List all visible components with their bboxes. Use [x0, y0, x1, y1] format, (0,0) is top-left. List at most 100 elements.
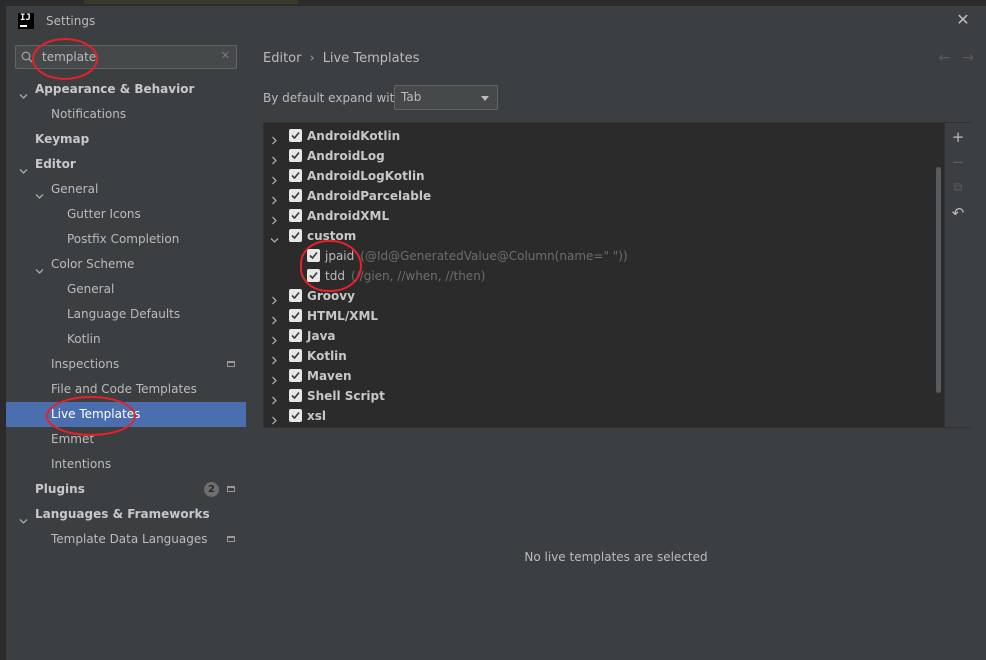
- template-group-kotlin[interactable]: Kotlin: [264, 346, 940, 366]
- background-editor-tab: [84, 0, 298, 4]
- template-group-androidlogkotlin[interactable]: AndroidLogKotlin: [264, 166, 940, 186]
- search-box[interactable]: ✕: [15, 45, 237, 69]
- sidebar-item-notifications[interactable]: Notifications: [6, 102, 246, 127]
- clear-search-icon[interactable]: ✕: [221, 49, 230, 62]
- chevron-right-icon[interactable]: [270, 291, 279, 305]
- forward-arrow-icon[interactable]: →: [962, 50, 974, 66]
- sidebar-item-general[interactable]: General: [6, 177, 246, 202]
- live-templates-page: Editor › Live Templates ← → By default expa…: [246, 36, 986, 660]
- template-group-shell-script[interactable]: Shell Script: [264, 386, 940, 406]
- sidebar-item-general[interactable]: General: [6, 277, 246, 302]
- sidebar-item-kotlin[interactable]: Kotlin: [6, 327, 246, 352]
- template-group-name: Kotlin: [307, 349, 347, 363]
- breadcrumb-separator: ›: [309, 51, 315, 66]
- expand-with-label: By default expand with: [263, 91, 402, 105]
- breadcrumb-parent[interactable]: Editor: [263, 51, 301, 66]
- chevron-right-icon[interactable]: [270, 191, 279, 205]
- template-item-jpaid[interactable]: jpaid (@Id@GeneratedValue@Column(name=" "…: [264, 246, 940, 266]
- project-scope-icon: [227, 361, 235, 367]
- checkbox[interactable]: [289, 369, 302, 382]
- checkbox[interactable]: [289, 129, 302, 142]
- template-group-custom[interactable]: custom: [264, 226, 940, 246]
- chevron-right-icon[interactable]: [270, 331, 279, 345]
- template-group-xsl[interactable]: xsl: [264, 406, 940, 426]
- template-group-name: custom: [307, 229, 357, 243]
- chevron-right-icon[interactable]: [270, 171, 279, 185]
- chevron-right-icon[interactable]: [270, 211, 279, 225]
- template-group-androidxml[interactable]: AndroidXML: [264, 206, 940, 226]
- sidebar-item-plugins[interactable]: Plugins 2: [6, 477, 246, 502]
- back-arrow-icon[interactable]: ←: [939, 50, 951, 66]
- restore-icon[interactable]: ↶: [950, 205, 966, 221]
- sidebar-item-emmet[interactable]: Emmet: [6, 427, 246, 452]
- sidebar-item-appearance-behavior[interactable]: Appearance & Behavior: [6, 77, 246, 102]
- sidebar-item-label: Kotlin: [67, 332, 101, 346]
- sidebar-item-label: Keymap: [35, 132, 90, 146]
- chevron-down-icon[interactable]: [35, 260, 44, 274]
- checkbox[interactable]: [289, 189, 302, 202]
- close-icon[interactable]: ✕: [954, 11, 972, 29]
- chevron-down-icon[interactable]: [19, 160, 28, 174]
- checkbox[interactable]: [289, 149, 302, 162]
- sidebar-item-postfix-completion[interactable]: Postfix Completion: [6, 227, 246, 252]
- template-group-java[interactable]: Java: [264, 326, 940, 346]
- expand-with-select[interactable]: Tab: [394, 85, 498, 110]
- checkbox[interactable]: [289, 169, 302, 182]
- checkbox[interactable]: [289, 289, 302, 302]
- sidebar-item-live-templates[interactable]: Live Templates: [6, 402, 246, 427]
- checkbox[interactable]: [289, 309, 302, 322]
- sidebar-item-intentions[interactable]: Intentions: [6, 452, 246, 477]
- sidebar-item-template-data-languages[interactable]: Template Data Languages: [6, 527, 246, 552]
- sidebar-item-label: Emmet: [51, 432, 95, 446]
- sidebar-item-languages-frameworks[interactable]: Languages & Frameworks: [6, 502, 246, 527]
- chevron-right-icon[interactable]: [270, 131, 279, 145]
- sidebar-item-gutter-icons[interactable]: Gutter Icons: [6, 202, 246, 227]
- chevron-down-icon[interactable]: [270, 231, 279, 243]
- checkbox[interactable]: [289, 329, 302, 342]
- template-group-androidlog[interactable]: AndroidLog: [264, 146, 940, 166]
- chevron-right-icon[interactable]: [270, 151, 279, 165]
- template-item-tdd[interactable]: tdd (//gien, //when, //then): [264, 266, 940, 286]
- checkbox[interactable]: [289, 409, 302, 422]
- chevron-right-icon[interactable]: [270, 351, 279, 365]
- sidebar-item-color-scheme[interactable]: Color Scheme: [6, 252, 246, 277]
- vertical-scrollbar[interactable]: [936, 167, 941, 393]
- chevron-down-icon[interactable]: [19, 85, 28, 99]
- sidebar-item-label: File and Code Templates: [51, 382, 197, 396]
- checkbox[interactable]: [307, 249, 320, 262]
- sidebar-item-inspections[interactable]: Inspections: [6, 352, 246, 377]
- chevron-right-icon[interactable]: [270, 411, 279, 425]
- search-input[interactable]: [42, 49, 212, 65]
- sidebar-item-keymap[interactable]: Keymap: [6, 127, 246, 152]
- chevron-right-icon[interactable]: [270, 391, 279, 405]
- sidebar-item-editor[interactable]: Editor: [6, 152, 246, 177]
- template-group-androidparcelable[interactable]: AndroidParcelable: [264, 186, 940, 206]
- template-group-maven[interactable]: Maven: [264, 366, 940, 386]
- checkbox[interactable]: [307, 269, 320, 282]
- chevron-right-icon[interactable]: [270, 371, 279, 385]
- checkbox[interactable]: [289, 349, 302, 362]
- checkbox[interactable]: [289, 229, 302, 242]
- sidebar-item-label: Live Templates: [51, 407, 141, 421]
- template-group-name: Java: [307, 329, 336, 343]
- sidebar-item-file-and-code-templates[interactable]: File and Code Templates: [6, 377, 246, 402]
- template-group-androidkotlin[interactable]: AndroidKotlin: [264, 126, 940, 146]
- sidebar-item-language-defaults[interactable]: Language Defaults: [6, 302, 246, 327]
- settings-dialog: IJ Settings ✕ ✕ Appearance & Behavior Not…: [6, 6, 986, 660]
- update-count-badge: 2: [204, 482, 219, 497]
- add-icon[interactable]: +: [950, 129, 966, 145]
- templates-panel: AndroidKotlin AndroidLog AndroidLogKotlin A…: [263, 122, 971, 428]
- expand-with-value: Tab: [401, 90, 422, 104]
- remove-icon[interactable]: −: [950, 154, 966, 170]
- chevron-right-icon[interactable]: [270, 311, 279, 325]
- checkbox[interactable]: [289, 209, 302, 222]
- template-group-html-xml[interactable]: HTML/XML: [264, 306, 940, 326]
- copy-icon[interactable]: ⧉: [950, 179, 966, 195]
- chevron-down-icon[interactable]: [35, 185, 44, 199]
- checkbox[interactable]: [289, 389, 302, 402]
- empty-selection-message: No live templates are selected: [524, 550, 708, 564]
- title-bar: IJ Settings ✕: [6, 6, 986, 36]
- chevron-down-icon[interactable]: [19, 510, 28, 524]
- settings-tree: Appearance & Behavior Notifications Keymap…: [6, 77, 246, 552]
- template-group-groovy[interactable]: Groovy: [264, 286, 940, 306]
